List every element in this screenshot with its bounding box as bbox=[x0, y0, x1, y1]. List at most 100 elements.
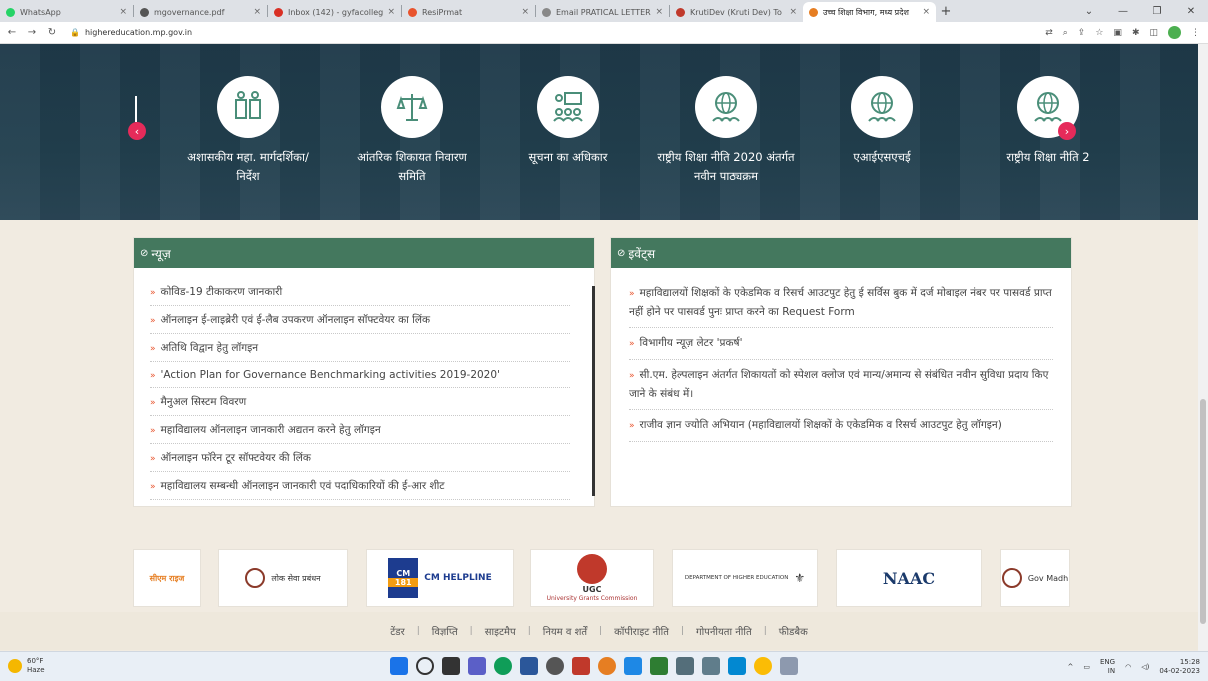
lock-icon[interactable]: 🔒 bbox=[70, 28, 80, 37]
event-item[interactable]: » राजीव ज्ञान ज्योति अभियान (महाविद्यालयो… bbox=[629, 416, 1053, 442]
close-icon[interactable]: × bbox=[387, 7, 395, 17]
partner-logo-govt-mp[interactable]: Gov Madh bbox=[1000, 549, 1070, 607]
translate-icon[interactable]: ⇄ bbox=[1045, 28, 1053, 38]
browser-tab[interactable]: Inbox (142) - gyfacollegemorena× bbox=[268, 2, 401, 22]
share-icon[interactable]: ⇪ bbox=[1078, 28, 1086, 38]
event-item-text[interactable]: महाविद्यालयों शिक्षकों के एकेडमिक व रिसर… bbox=[629, 287, 1052, 318]
event-item-text[interactable]: राजीव ज्ञान ज्योति अभियान (महाविद्यालयों… bbox=[640, 419, 1002, 431]
new-tab-button[interactable]: + bbox=[936, 4, 956, 19]
profile-avatar[interactable] bbox=[1168, 26, 1181, 39]
event-item-text[interactable]: विभागीय न्यूज़ लेटर 'प्रकर्ष' bbox=[640, 337, 743, 349]
puzzle-icon[interactable]: ✱ bbox=[1132, 28, 1140, 38]
news-item[interactable]: » ऑनलाइन फॉरेन टूर सॉफ्टवेयर की लिंक bbox=[150, 444, 570, 472]
quick-link[interactable]: राष्ट्रीय शिक्षा नीति 2 bbox=[958, 76, 1138, 167]
minimize-icon[interactable]: — bbox=[1106, 6, 1140, 17]
close-icon[interactable]: × bbox=[119, 7, 127, 17]
news-item[interactable]: » महाविद्यालय सम्बन्धी ऑनलाइन जानकारी एवं… bbox=[150, 472, 570, 500]
close-icon[interactable]: × bbox=[521, 7, 529, 17]
app-icon[interactable] bbox=[650, 657, 668, 675]
close-icon[interactable]: × bbox=[789, 7, 797, 17]
quick-link[interactable]: आंतरिक शिकायत निवारण समिति bbox=[322, 76, 502, 186]
search-icon[interactable] bbox=[416, 657, 434, 675]
news-item[interactable]: » मैनुअल सिस्टम विवरण bbox=[150, 388, 570, 416]
event-item[interactable]: » महाविद्यालयों शिक्षकों के एकेडमिक व रिस… bbox=[629, 284, 1053, 328]
firefox-icon[interactable] bbox=[598, 657, 616, 675]
app-icon[interactable] bbox=[780, 657, 798, 675]
maximize-icon[interactable]: ❐ bbox=[1140, 6, 1174, 17]
partner-logo-dhe[interactable]: DEPARTMENT OF HIGHER EDUCATION ⚜ bbox=[672, 549, 818, 607]
clock[interactable]: 15:28 04-02-2023 bbox=[1159, 658, 1200, 676]
weather-widget[interactable]: 60°F Haze bbox=[8, 657, 45, 675]
reload-icon[interactable]: ↻ bbox=[44, 27, 60, 38]
news-item[interactable]: » महाविद्यालय ऑनलाइन जानकारी अद्यतन करने … bbox=[150, 416, 570, 444]
news-item[interactable]: » 'Action Plan for Governance Benchmarkin… bbox=[150, 362, 570, 388]
news-item[interactable]: » कोविड-19 टीकाकरण जानकारी bbox=[150, 278, 570, 306]
app-icon[interactable] bbox=[728, 657, 746, 675]
browser-tab[interactable]: WhatsApp × bbox=[0, 2, 133, 22]
wifi-icon[interactable]: ◠ bbox=[1125, 663, 1131, 671]
footer-link-terms[interactable]: नियम व शर्तें bbox=[531, 624, 599, 638]
news-item[interactable]: » अतिथि विद्वान हेतु लॉगइन bbox=[150, 334, 570, 362]
chrome-icon[interactable] bbox=[754, 657, 772, 675]
scrollbar-thumb[interactable] bbox=[1200, 399, 1206, 624]
footer-link-copyright[interactable]: कॉपीराइट नीति bbox=[602, 624, 681, 638]
quick-link[interactable]: एआईएसएचई bbox=[792, 76, 972, 167]
news-item-text[interactable]: मैनुअल सिस्टम विवरण bbox=[161, 396, 247, 408]
extension-icon[interactable]: ▣ bbox=[1113, 28, 1122, 38]
browser-tab[interactable]: mgovernance.pdf × bbox=[134, 2, 267, 22]
browser-tab[interactable]: KrutiDev (Kruti Dev) To Unicode × bbox=[670, 2, 803, 22]
language-text[interactable]: ENG bbox=[1100, 658, 1115, 667]
event-item[interactable]: » विभागीय न्यूज़ लेटर 'प्रकर्ष' bbox=[629, 334, 1053, 360]
sidebar-icon[interactable]: ◫ bbox=[1149, 28, 1158, 38]
chat-icon[interactable] bbox=[468, 657, 486, 675]
bookmark-star-icon[interactable]: ☆ bbox=[1095, 28, 1103, 38]
news-item-text[interactable]: महाविद्यालय ऑनलाइन जानकारी अद्यतन करने ह… bbox=[161, 424, 381, 436]
news-scrollbar[interactable] bbox=[592, 286, 595, 496]
dell-icon[interactable] bbox=[546, 657, 564, 675]
news-item-text[interactable]: ऑनलाइन फॉरेन टूर सॉफ्टवेयर की लिंक bbox=[161, 452, 311, 464]
quick-link[interactable]: अशासकीय महा. मार्गदर्शिका/ निर्देश bbox=[158, 76, 338, 186]
mcafee-icon[interactable] bbox=[572, 657, 590, 675]
partner-logo-ugc[interactable]: UGC University Grants Commission bbox=[530, 549, 654, 607]
menu-icon[interactable]: ⋮ bbox=[1191, 28, 1200, 38]
task-view-icon[interactable] bbox=[442, 657, 460, 675]
app-icon[interactable] bbox=[676, 657, 694, 675]
volume-icon[interactable]: ◁) bbox=[1141, 663, 1149, 671]
news-item-text[interactable]: ऑनलाइन ई-लाइब्रेरी एवं ई-लैब उपकरण ऑनलाइ… bbox=[161, 314, 431, 326]
windows-start-icon[interactable] bbox=[390, 657, 408, 675]
carousel-next-button[interactable]: › bbox=[1058, 122, 1076, 140]
browser-tab[interactable]: Email PRATICAL LETTER × bbox=[536, 2, 669, 22]
url-field[interactable]: 🔒 highereducation.mp.gov.in bbox=[70, 28, 192, 37]
keyboard-icon[interactable]: ▭ bbox=[1083, 663, 1090, 671]
close-icon[interactable]: × bbox=[922, 7, 930, 17]
app-icon[interactable] bbox=[624, 657, 642, 675]
footer-link-sitemap[interactable]: साइटमैप bbox=[473, 624, 528, 638]
footer-link-feedback[interactable]: फीडबैक bbox=[767, 624, 820, 638]
quick-link[interactable]: सूचना का अधिकार bbox=[478, 76, 658, 167]
footer-link-tender[interactable]: टेंडर bbox=[378, 624, 416, 638]
close-icon[interactable]: × bbox=[655, 7, 663, 17]
chevron-up-icon[interactable]: ^ bbox=[1067, 663, 1073, 671]
carousel-prev-button[interactable]: ‹ bbox=[128, 122, 146, 140]
close-window-icon[interactable]: ✕ bbox=[1174, 6, 1208, 17]
edge-icon[interactable] bbox=[494, 657, 512, 675]
news-item-text[interactable]: महाविद्यालय सम्बन्धी ऑनलाइन जानकारी एवं … bbox=[161, 480, 445, 492]
partner-logo-cm-helpline[interactable]: CM 181 CM HELPLINE bbox=[366, 549, 514, 607]
browser-tab-active[interactable]: उच्च शिक्षा विभाग, मध्य प्रदेश × bbox=[803, 2, 936, 22]
footer-link-privacy[interactable]: गोपनीयता नीति bbox=[684, 624, 764, 638]
news-item[interactable]: » ऑनलाइन ई-लाइब्रेरी एवं ई-लैब उपकरण ऑनला… bbox=[150, 306, 570, 334]
app-icon[interactable] bbox=[702, 657, 720, 675]
event-item[interactable]: » सी.एम. हेल्पलाइन अंतर्गत शिकायतों को स्… bbox=[629, 366, 1053, 410]
browser-tab[interactable]: ResiPrmat × bbox=[402, 2, 535, 22]
footer-link-notice[interactable]: विज्ञप्ति bbox=[420, 624, 470, 638]
news-item-text[interactable]: कोविड-19 टीकाकरण जानकारी bbox=[161, 286, 283, 298]
quick-link[interactable]: राष्ट्रीय शिक्षा नीति 2020 अंतर्गत नवीन … bbox=[636, 76, 816, 186]
tab-search-icon[interactable]: ⌄ bbox=[1072, 6, 1106, 17]
partner-logo-lok-seva[interactable]: लोक सेवा प्रबंधन bbox=[218, 549, 348, 607]
news-item-text[interactable]: अतिथि विद्वान हेतु लॉगइन bbox=[161, 342, 259, 354]
store-icon[interactable] bbox=[520, 657, 538, 675]
partner-logo-cm-rise[interactable]: सीएम राइज bbox=[133, 549, 201, 607]
event-item-text[interactable]: सी.एम. हेल्पलाइन अंतर्गत शिकायतों को स्प… bbox=[629, 369, 1048, 400]
news-item-text[interactable]: 'Action Plan for Governance Benchmarking… bbox=[161, 369, 500, 381]
zoom-icon[interactable]: ⌕ bbox=[1063, 28, 1068, 38]
